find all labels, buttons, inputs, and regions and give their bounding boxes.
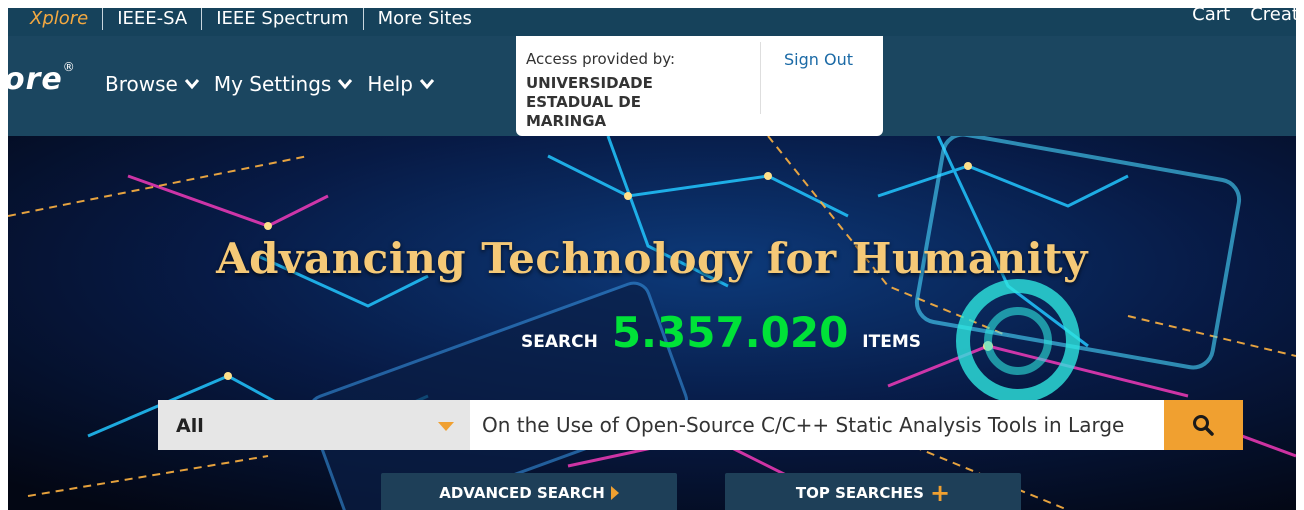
caret-down-icon — [438, 422, 454, 431]
item-count-number: 5.357.020 — [611, 308, 849, 357]
nav-browse[interactable]: Browse — [105, 72, 200, 96]
chevron-down-icon — [419, 79, 435, 90]
top-searches-button[interactable]: TOP SEARCHES + — [725, 473, 1021, 510]
institution-name: UNIVERSIDADE ESTADUAL DE MARINGA — [526, 74, 653, 130]
search-word: SEARCH — [521, 332, 598, 352]
chevron-down-icon — [338, 79, 353, 90]
chevron-down-icon — [184, 79, 199, 90]
advanced-search-button[interactable]: ADVANCED SEARCH — [381, 473, 677, 510]
nav-my-settings-label: My Settings — [213, 72, 332, 96]
nav-my-settings[interactable]: My Settings — [214, 72, 353, 96]
nav-help[interactable]: Help — [367, 72, 435, 96]
xplore-link[interactable]: Xplore — [8, 10, 102, 28]
nav-help-label: Help — [367, 72, 413, 96]
create-account-link[interactable]: Create — [1250, 8, 1296, 24]
ieee-sa-link[interactable]: IEEE-SA — [103, 10, 201, 28]
top-utility-bar: Xplore IEEE-SA IEEE Spectrum More Sites … — [8, 8, 1296, 36]
search-scope-value: All — [176, 415, 204, 437]
plus-icon: + — [929, 479, 951, 507]
hero-headline: Advancing Technology for Humanity — [216, 234, 1088, 283]
advanced-search-label: ADVANCED SEARCH — [439, 484, 605, 502]
top-searches-label: TOP SEARCHES — [795, 484, 924, 502]
search-icon — [1193, 415, 1214, 436]
page: Xplore IEEE-SA IEEE Spectrum More Sites … — [8, 8, 1296, 510]
items-word: ITEMS — [862, 332, 921, 352]
nav-browse-label: Browse — [105, 72, 178, 96]
access-panel: Access provided by: UNIVERSIDADE ESTADUA… — [516, 36, 883, 136]
more-sites-link[interactable]: More Sites — [364, 10, 486, 28]
search-scope-dropdown[interactable]: All — [158, 400, 470, 450]
search-input[interactable] — [470, 400, 1164, 450]
registered-mark: ® — [62, 60, 76, 74]
access-label: Access provided by: — [526, 50, 676, 68]
ieee-spectrum-link[interactable]: IEEE Spectrum — [202, 10, 362, 28]
logo-text: ore — [8, 62, 63, 97]
xplore-logo[interactable]: ore® — [8, 60, 76, 97]
item-count: SEARCH 5.357.020 ITEMS — [521, 308, 921, 357]
divider — [760, 42, 761, 114]
search-bar: All — [158, 400, 1243, 450]
caret-right-icon — [610, 486, 619, 500]
sign-out-link[interactable]: Sign Out — [784, 50, 853, 69]
search-button[interactable] — [1164, 400, 1243, 450]
hero-banner: Advancing Technology for Humanity SEARCH… — [8, 136, 1296, 510]
cart-link[interactable]: Cart — [1192, 8, 1230, 24]
